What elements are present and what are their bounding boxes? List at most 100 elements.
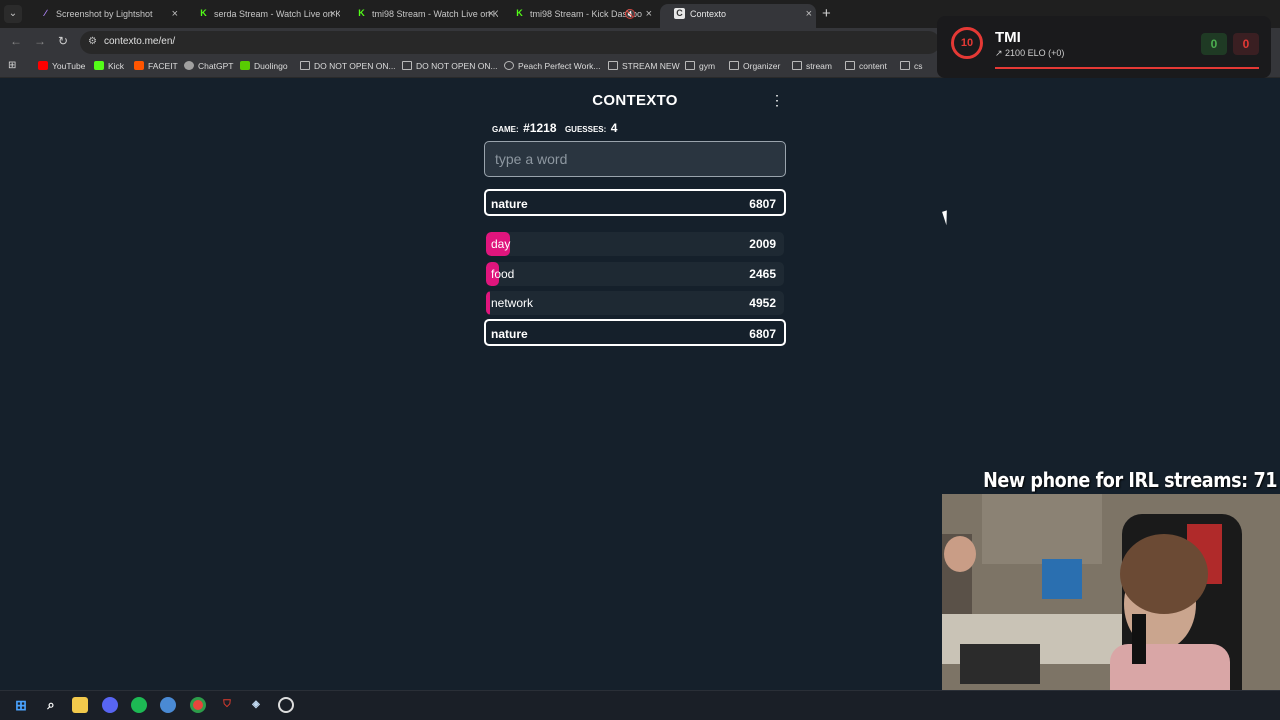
losses-count: 0 <box>1233 33 1259 55</box>
windows-start-icon[interactable]: ⊞ <box>13 697 29 713</box>
folder-icon <box>845 61 855 70</box>
folder-icon <box>300 61 310 70</box>
word-input[interactable] <box>484 141 786 177</box>
tab-title: Contexto <box>690 9 727 19</box>
guess-word: nature <box>491 327 528 341</box>
forward-icon[interactable]: → <box>34 34 46 48</box>
folder-icon <box>608 61 618 70</box>
back-icon[interactable]: ← <box>10 34 22 48</box>
game-number: #1218 <box>523 121 557 135</box>
game-info: GAME: #1218 GUESSES: 4 <box>492 119 621 137</box>
faceit-icon <box>134 61 144 70</box>
kick-icon: K <box>200 8 207 18</box>
spotify-icon[interactable] <box>131 697 147 713</box>
globe-icon <box>504 61 514 70</box>
chrome-icon[interactable] <box>190 697 206 713</box>
folder-icon <box>729 61 739 70</box>
closeness-bar <box>486 291 490 315</box>
more-menu-icon[interactable]: ⋮ <box>770 93 784 108</box>
last-guess-word: nature <box>491 197 528 211</box>
reload-icon[interactable]: ↻ <box>58 34 68 48</box>
guess-rank: 6807 <box>749 327 776 341</box>
trend-up-icon: ↗ <box>995 48 1006 58</box>
contexto-icon: C <box>674 8 685 19</box>
bookmark-chatgpt[interactable]: ChatGPT <box>184 61 233 71</box>
guess-row: food 2465 <box>486 262 784 286</box>
player-name: TMI <box>995 29 1021 46</box>
close-icon[interactable]: × <box>488 4 494 24</box>
close-icon[interactable]: × <box>172 4 178 24</box>
steam-icon[interactable]: ◈ <box>248 697 264 713</box>
stream-goal-text: New phone for IRL streams: 71 / 300 <box>983 468 1280 492</box>
elo-progress-bar <box>995 67 1259 69</box>
kick-icon: K <box>516 8 523 18</box>
tab-title: serda Stream - Watch Live on K <box>214 9 340 19</box>
bookmark-stream[interactable]: stream <box>792 61 832 71</box>
guess-row: network 4952 <box>486 291 784 315</box>
game-title: CONTEXTO <box>592 92 678 109</box>
kick-icon <box>94 61 104 70</box>
tab-kick-dashboard[interactable]: K tmi98 Stream - Kick Dashbo 🔇 × <box>500 4 656 28</box>
close-icon[interactable]: × <box>646 4 652 24</box>
bookmark-cs[interactable]: cs <box>900 61 923 71</box>
guess-rank: 2465 <box>749 267 776 281</box>
tab-lightshot[interactable]: ∕ Screenshot by Lightshot × <box>26 4 182 28</box>
guess-rank: 4952 <box>749 296 776 310</box>
bookmark-youtube[interactable]: YouTube <box>38 61 85 71</box>
tab-tmi98-stream[interactable]: K tmi98 Stream - Watch Live on K × <box>342 4 498 28</box>
shield-icon[interactable]: ⛉ <box>219 697 235 713</box>
bookmark-faceit[interactable]: FACEIT <box>134 61 178 71</box>
url-text: contexto.me/en/ <box>104 36 176 47</box>
guess-row-current: nature 6807 <box>484 319 786 346</box>
bookmark-kick[interactable]: Kick <box>94 61 124 71</box>
guess-rank: 2009 <box>749 237 776 251</box>
obs-icon[interactable] <box>278 697 294 713</box>
bookmark-peach[interactable]: Peach Perfect Work... <box>504 61 601 71</box>
folder-icon <box>900 61 910 70</box>
wins-count: 0 <box>1201 33 1227 55</box>
folder-icon <box>685 61 695 70</box>
tab-title: tmi98 Stream - Watch Live on K <box>372 9 498 19</box>
apps-grid-icon[interactable]: ⊞ <box>8 60 16 71</box>
bookmark-gym[interactable]: gym <box>685 61 715 71</box>
webcam-feed <box>942 494 1280 720</box>
last-guess-rank: 6807 <box>749 197 776 211</box>
close-icon[interactable]: × <box>806 4 812 24</box>
folder-icon <box>792 61 802 70</box>
tab-title: Screenshot by Lightshot <box>56 9 153 19</box>
search-icon[interactable]: ⌕ <box>43 697 59 713</box>
feather-icon: ∕ <box>44 8 47 18</box>
bookmark-folder-2[interactable]: DO NOT OPEN ON... <box>402 61 498 71</box>
webcam-image <box>942 494 1280 720</box>
site-info-icon[interactable]: ⚙ <box>88 36 97 47</box>
new-tab-icon[interactable]: + <box>822 5 831 22</box>
app-icon[interactable] <box>160 697 176 713</box>
bookmark-stream-new[interactable]: STREAM NEW <box>608 61 680 71</box>
close-icon[interactable]: × <box>330 4 336 24</box>
chatgpt-icon <box>184 61 194 70</box>
bookmark-folder-1[interactable]: DO NOT OPEN ON... <box>300 61 396 71</box>
muted-speaker-icon[interactable]: 🔇 <box>625 4 636 24</box>
guess-word: food <box>491 267 515 281</box>
bookmark-duolingo[interactable]: Duolingo <box>240 61 288 71</box>
faceit-overlay: 10 TMI ↗ 2100 ELO (+0) 0 0 <box>937 16 1271 78</box>
kick-icon: K <box>358 8 365 18</box>
youtube-icon <box>38 61 48 70</box>
file-explorer-icon[interactable] <box>72 697 88 713</box>
discord-icon[interactable] <box>102 697 118 713</box>
guess-row: day 2009 <box>486 232 784 256</box>
guesses-count: 4 <box>610 121 618 135</box>
address-bar[interactable]: ⚙ contexto.me/en/ <box>80 31 940 54</box>
faceit-level-icon: 10 <box>951 27 983 59</box>
game-label: GAME: <box>492 125 519 134</box>
tab-contexto[interactable]: C Contexto × <box>660 4 816 28</box>
bookmark-content[interactable]: content <box>845 61 887 71</box>
tab-serda-stream[interactable]: K serda Stream - Watch Live on K × <box>184 4 340 28</box>
tab-search-icon[interactable]: ⌄ <box>4 5 22 23</box>
taskbar: ⊞ ⌕ ⛉ ◈ <box>0 690 1280 720</box>
folder-icon <box>402 61 412 70</box>
last-guess-row: nature 6807 <box>484 189 786 216</box>
bookmark-organizer[interactable]: Organizer <box>729 61 780 71</box>
duolingo-icon <box>240 61 250 70</box>
guesses-label: GUESSES: <box>564 125 607 134</box>
